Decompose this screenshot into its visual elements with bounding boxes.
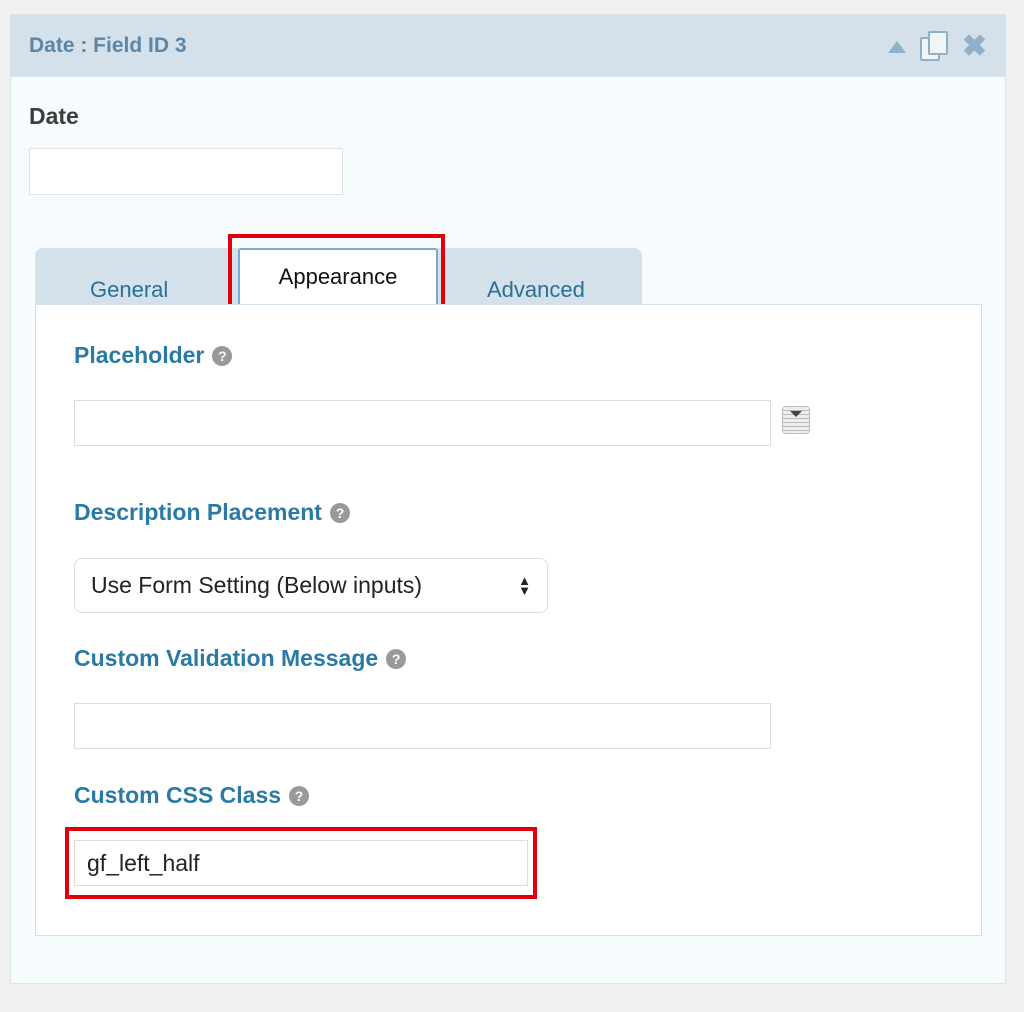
help-icon[interactable]: ?: [386, 648, 407, 669]
help-icon[interactable]: ?: [289, 785, 310, 806]
close-icon[interactable]: ✖: [962, 32, 987, 62]
label-text: Custom Validation Message: [74, 645, 379, 671]
field-settings-panel: Date : Field ID 3 ✖ Date General Appeara…: [10, 14, 1006, 984]
label-text: Description Placement: [74, 499, 322, 525]
label-text: Placeholder: [74, 342, 205, 368]
placeholder-label: Placeholder?: [74, 342, 233, 369]
duplicate-icon[interactable]: [918, 31, 950, 63]
label-text: Custom CSS Class: [74, 782, 282, 808]
select-arrows-icon: ▲ ▼: [518, 572, 531, 598]
css-class-label: Custom CSS Class?: [74, 782, 310, 809]
merge-tag-icon[interactable]: [782, 406, 810, 434]
collapse-arrow-icon[interactable]: [887, 41, 906, 53]
tab-advanced[interactable]: Advanced: [487, 277, 585, 303]
panel-title: Date : Field ID 3: [29, 34, 187, 57]
date-preview-input[interactable]: [29, 148, 343, 195]
highlight-box-css: [65, 827, 537, 899]
description-placement-select[interactable]: Use Form Setting (Below inputs) ▲ ▼: [74, 558, 548, 613]
panel-header: Date : Field ID 3 ✖: [11, 15, 1005, 77]
validation-message-label: Custom Validation Message?: [74, 645, 407, 672]
description-placement-label: Description Placement?: [74, 499, 350, 526]
help-icon[interactable]: ?: [212, 345, 233, 366]
help-icon[interactable]: ?: [329, 502, 350, 523]
placeholder-input[interactable]: [74, 400, 771, 446]
field-label: Date: [29, 103, 79, 129]
tab-general[interactable]: General: [90, 277, 168, 303]
validation-message-input[interactable]: [74, 703, 771, 749]
select-value: Use Form Setting (Below inputs): [91, 572, 423, 598]
